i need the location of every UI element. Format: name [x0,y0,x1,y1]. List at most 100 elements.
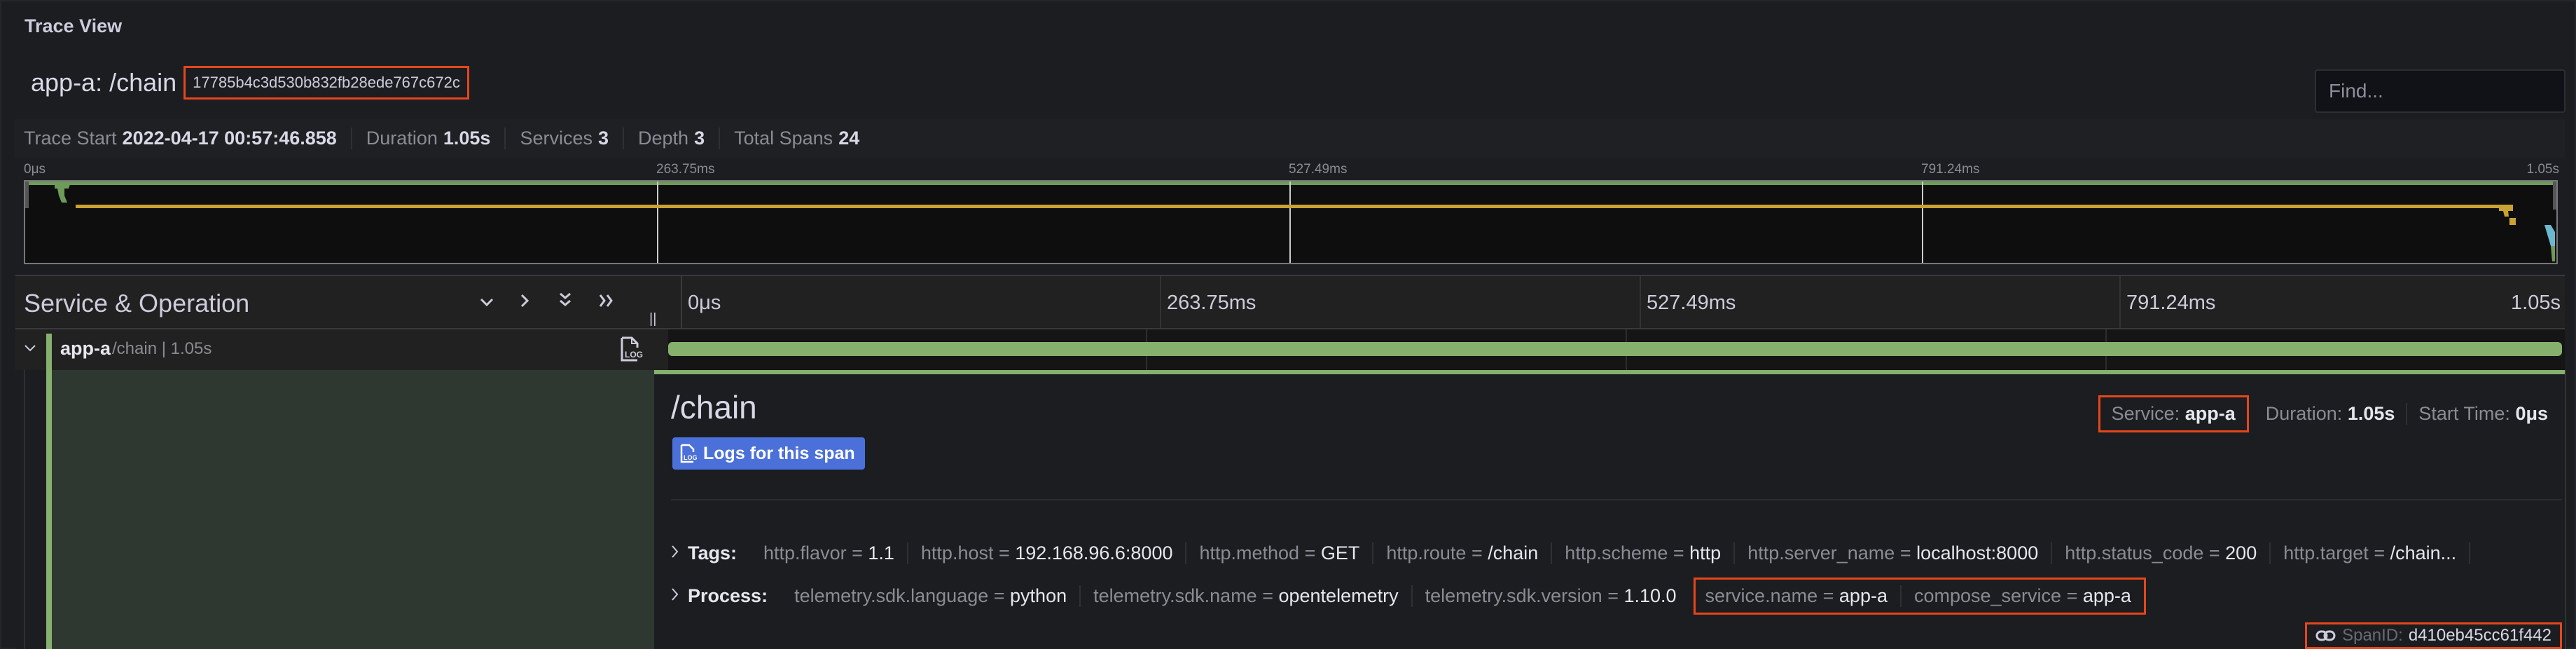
trace-depth: Depth 3 [624,128,721,149]
collapse-one-button[interactable] [479,290,494,314]
timeline-header: Service & Operation || 0μs 263.75ms 527.… [15,275,2565,329]
span-duration: Duration: 1.05s [2255,403,2408,425]
span-operation-title: /chain [671,389,757,425]
column-resizer[interactable]: || [649,311,656,327]
chevron-down-icon [25,345,36,352]
trace-start: Trace Start 2022-04-17 00:57:46.858 [24,128,352,149]
trace-duration: Duration 1.05s [352,128,506,149]
tags-label: Tags: [688,542,738,563]
trace-title: app-a: /chain [31,68,177,97]
column-divider [681,276,682,328]
process-item: telemetry.sdk.name = opentelemetry [1081,585,1413,607]
minimap-tick: 791.24ms [1921,162,1980,177]
span-id-label: SpanID: [2342,626,2403,645]
minimap-span-cluster [2544,225,2555,246]
trace-meta-bar: Trace Start 2022-04-17 00:57:46.858 Durat… [14,119,2565,158]
process-item: compose_service = app-a [1913,585,2131,606]
minimap-tick: 0μs [24,162,46,177]
minimap-long-span [76,205,2513,208]
minimap-tick: 1.05s [2526,162,2559,177]
detail-divider [671,499,2562,500]
span-id-link[interactable]: SpanID: d410eb45cc61f442 [2305,622,2562,649]
detail-row-highlight [52,370,654,649]
span-service-name: app-a [60,338,111,359]
logs-button-label: Logs for this span [703,443,855,463]
link-icon [2315,630,2336,641]
span-duration-bar[interactable] [668,342,2562,356]
process-item: telemetry.sdk.language = python [782,585,1081,607]
timeline-gridline [1160,276,1161,328]
tree-guide-line [24,370,25,649]
chevron-right-icon[interactable] [671,544,679,563]
trace-services: Services 3 [506,128,624,149]
span-timeline[interactable] [668,329,2565,370]
timeline-tick: 1.05s [2511,292,2561,314]
timeline-gridline [2119,276,2121,328]
detail-row-gutter [15,370,654,649]
tag-item: http.host = 192.168.96.6:8000 [908,542,1187,564]
tag-item: http.status_code = 200 [2052,542,2271,564]
double-chevron-down-icon [560,292,571,306]
panel-title: Trace View [25,15,123,36]
expand-one-button[interactable] [520,290,531,314]
minimap-span [2509,218,2516,225]
minimap-tick: 527.49ms [1289,162,1348,177]
process-section[interactable]: Process: telemetry.sdk.language = python… [671,578,2146,615]
process-item: service.name = app-a [1696,585,1902,607]
highlighted-process-group: service.name = app-a compose_service = a… [1693,578,2146,615]
timeline-gridline [1640,276,1641,328]
tag-item: http.route = /chain [1373,542,1553,564]
timeline-tick: 527.49ms [1647,292,1736,314]
tags-section[interactable]: Tags: http.flavor = 1.1 http.host = 192.… [671,542,2471,564]
timeline-tick: 263.75ms [1167,292,1256,314]
chevron-down-icon [480,298,494,307]
trace-id: 17785b4c3d530b832fb28ede767c672c [183,66,469,100]
svg-text:LOG: LOG [625,350,643,360]
service-color-indicator [46,370,52,649]
minimap-span-cluster [55,184,70,203]
tag-item: http.target = /chain... [2271,542,2471,564]
timeline-tick: 791.24ms [2126,292,2216,314]
panel-edge [2565,370,2566,649]
tag-item: http.flavor = 1.1 [751,542,908,564]
trace-minimap[interactable] [24,180,2558,264]
trace-total-spans: Total Spans 24 [734,128,860,149]
minimap-right-handle[interactable] [2553,182,2556,210]
process-label: Process: [688,585,768,606]
span-operation-detail: /chain | 1.05s [112,339,212,358]
minimap-left-handle[interactable] [25,182,29,208]
trace-header: app-a: /chain 17785b4c3d530b832fb28ede76… [31,66,469,100]
timeline-tick: 0μs [688,292,721,314]
trace-view-panel: Trace View app-a: /chain 17785b4c3d530b8… [0,0,2576,649]
span-logs-link[interactable]: LOG [619,335,643,367]
span-id-value: d410eb45cc61f442 [2408,626,2551,645]
process-item: telemetry.sdk.version = 1.10.0 [1425,585,1677,606]
service-operation-title: Service & Operation [24,289,250,317]
span-service: Service: app-a [2098,395,2249,432]
minimap-tick: 263.75ms [656,162,715,177]
tag-item: http.server_name = localhost:8000 [1735,542,2053,564]
span-start-time: Start Time: 0μs [2418,403,2548,424]
chevron-right-icon[interactable] [671,587,679,606]
minimap-span-cluster [2499,207,2513,217]
span-row[interactable]: app-a /chain | 1.05s LOG [15,329,2565,370]
find-input[interactable] [2315,69,2565,113]
minimap-graph [25,182,2556,263]
span-row-label[interactable]: app-a /chain | 1.05s LOG [15,329,667,370]
minimap-ticks: 0μs 263.75ms 527.49ms 791.24ms 1.05s [24,162,2559,180]
service-color-indicator [46,334,52,370]
span-collapse-toggle[interactable] [24,336,36,358]
span-detail-panel: /chain LOG Logs for this span Service: a… [654,370,2565,649]
svg-text:LOG: LOG [684,454,698,461]
tag-item: http.scheme = http [1552,542,1736,564]
double-chevron-right-icon [599,294,613,307]
log-file-icon: LOG [621,336,643,362]
expand-all-button[interactable] [598,290,615,314]
tag-item: http.method = GET [1186,542,1374,564]
collapse-all-button[interactable] [558,290,572,314]
log-file-icon: LOG [680,444,698,463]
logs-for-span-button[interactable]: LOG Logs for this span [672,437,865,470]
span-overview: Service: app-a Duration: 1.05s Start Tim… [2098,395,2548,432]
minimap-span [2551,246,2555,261]
chevron-right-icon [520,294,529,308]
